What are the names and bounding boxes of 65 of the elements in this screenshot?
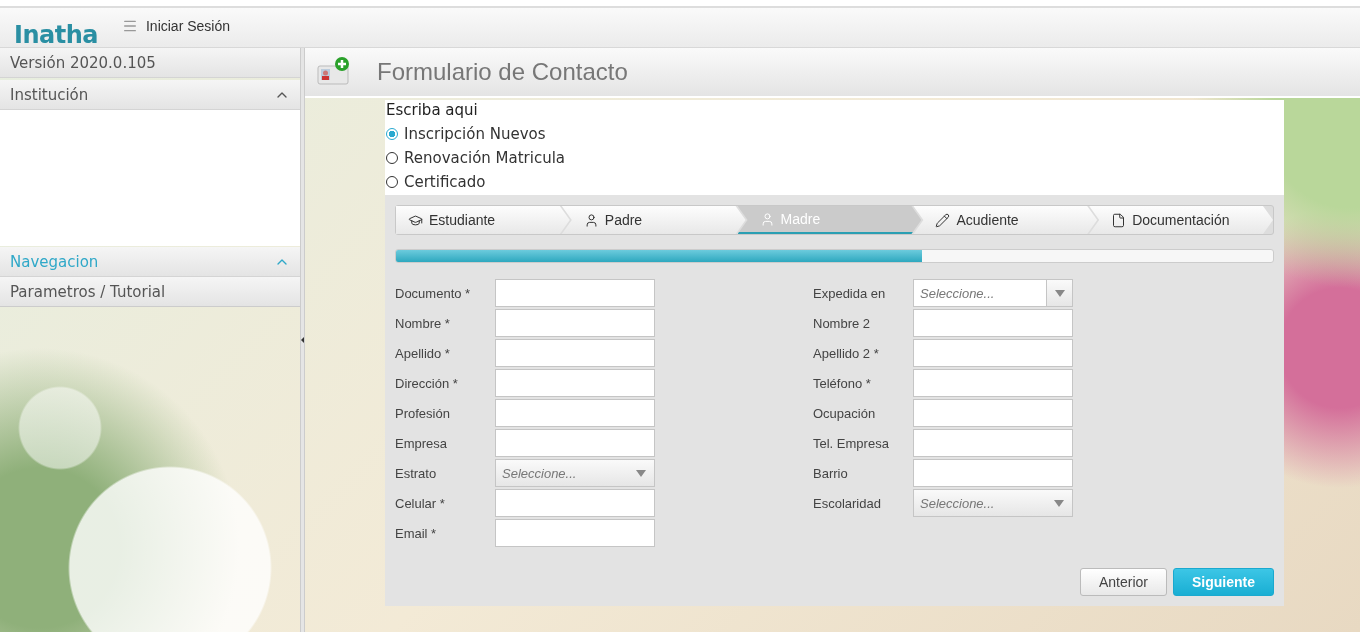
text-field[interactable]	[495, 279, 655, 307]
field-label: Celular *	[395, 495, 446, 511]
radio-button[interactable]	[386, 128, 398, 140]
text-field[interactable]	[495, 489, 655, 517]
field-label: Apellido 2 *	[813, 345, 880, 361]
sidebar-section-header[interactable]: Institución	[0, 80, 300, 110]
splitter[interactable]	[300, 48, 305, 632]
section-title: Navegacion	[10, 252, 99, 271]
text-field[interactable]	[495, 399, 655, 427]
version-label: Versión 2020.0.105	[0, 48, 300, 78]
document-icon	[1111, 212, 1127, 228]
field-label: Nombre *	[395, 315, 451, 331]
field-label: Barrio	[813, 465, 849, 481]
text-field[interactable]	[913, 399, 1073, 427]
radio-button[interactable]	[386, 152, 398, 164]
pencil-icon	[935, 212, 951, 228]
back-button[interactable]: Anterior	[1079, 568, 1167, 596]
text-field[interactable]	[495, 429, 655, 457]
dropdown-arrow-icon	[1054, 289, 1065, 297]
select-field[interactable]: Seleccione...	[913, 489, 1073, 517]
text-field[interactable]	[913, 339, 1073, 367]
wizard-step[interactable]: Estudiante	[396, 206, 570, 234]
text-field[interactable]	[913, 459, 1073, 487]
person-icon	[759, 211, 775, 227]
text-field[interactable]	[913, 309, 1073, 337]
section-title: Institución	[10, 85, 89, 104]
text-field[interactable]	[495, 369, 655, 397]
field-label: Email *	[395, 525, 438, 541]
dropdown-arrow-icon	[636, 469, 646, 477]
field-label: Documento *	[395, 285, 472, 301]
page-title: Formulario de Contacto	[377, 58, 628, 86]
field-label: Ocupación	[813, 405, 877, 421]
wizard-step[interactable]: Documentación	[1089, 206, 1273, 234]
graduation-cap-icon	[408, 212, 423, 228]
wizard-step[interactable]: Padre	[561, 206, 746, 234]
text-field[interactable]	[495, 339, 655, 367]
field-label: Empresa	[395, 435, 449, 451]
radio-button[interactable]	[386, 176, 398, 188]
sidebar-item[interactable]: Parametros / Tutorial	[0, 277, 300, 307]
field-label: Escolaridad	[813, 495, 882, 511]
dropdown-arrow-icon	[1054, 499, 1064, 507]
radio-option[interactable]: Inscripción Nuevos	[386, 125, 1283, 143]
select-field[interactable]: Seleccione...	[495, 459, 655, 487]
person-icon	[583, 212, 599, 228]
field-label: Profesión	[395, 405, 451, 421]
field-label: Expedida en	[813, 285, 887, 301]
field-label: Estrato	[395, 465, 438, 481]
radio-option[interactable]: Certificado	[386, 173, 1283, 191]
prompt-text: Escriba aqui	[386, 101, 479, 119]
wizard-step[interactable]: Acudiente	[913, 206, 1098, 234]
field-label: Teléfono *	[813, 375, 872, 391]
login-link[interactable]: Iniciar Sesión	[121, 17, 230, 34]
field-label: Dirección *	[395, 375, 459, 391]
contact-add-icon	[317, 56, 351, 88]
select-field[interactable]: Seleccione...	[913, 279, 1073, 307]
text-field[interactable]	[913, 369, 1073, 397]
text-field[interactable]	[495, 519, 655, 547]
field-label: Nombre 2	[813, 315, 872, 331]
field-label: Apellido *	[395, 345, 451, 361]
field-label: Tel. Empresa	[813, 435, 890, 451]
logo: Inatha	[14, 20, 98, 49]
collapse-arrow-icon	[301, 336, 304, 344]
text-field[interactable]	[913, 429, 1073, 457]
radio-option[interactable]: Renovación Matricula	[386, 149, 1283, 167]
text-field[interactable]	[495, 309, 655, 337]
